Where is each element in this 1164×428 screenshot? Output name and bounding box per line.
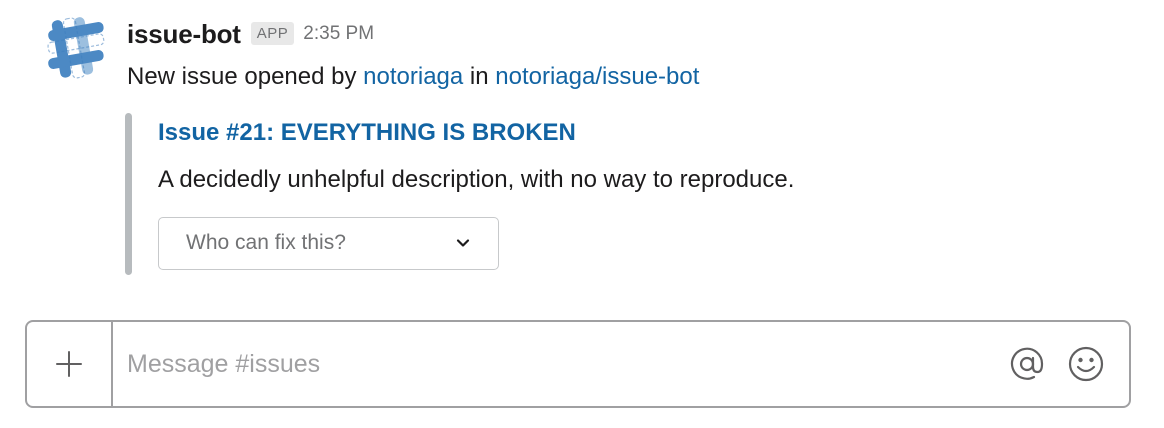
message-attachment: Issue #21: EVERYTHING IS BROKEN A decide… xyxy=(125,113,1025,275)
assignee-select[interactable]: Who can fix this? xyxy=(158,217,499,270)
assignee-select-placeholder: Who can fix this? xyxy=(186,231,346,254)
emoji-button[interactable] xyxy=(1066,344,1106,384)
message-text-middle: in xyxy=(469,63,489,90)
smiley-icon xyxy=(1068,346,1104,382)
slack-hash-logo-icon[interactable] xyxy=(46,14,106,84)
mention-button[interactable] xyxy=(1007,344,1047,384)
chevron-down-icon xyxy=(456,236,470,250)
attachment-color-bar xyxy=(125,113,132,275)
message-timestamp[interactable]: 2:35 PM xyxy=(303,23,374,45)
issue-description: A decidedly unhelpful description, with … xyxy=(158,166,795,193)
message-input[interactable] xyxy=(113,322,983,406)
add-attachment-button[interactable] xyxy=(27,322,113,406)
message: issue-bot APP 2:35 PM New issue opened b… xyxy=(0,0,1164,300)
app-badge: APP xyxy=(250,21,295,45)
message-text: New issue opened by notoriaga in notoria… xyxy=(127,58,699,96)
repo-link[interactable]: notoriaga/issue-bot xyxy=(495,63,699,91)
at-sign-icon xyxy=(1010,347,1044,380)
message-header: issue-bot APP 2:35 PM xyxy=(127,14,374,54)
sender-name[interactable]: issue-bot xyxy=(127,19,241,50)
author-link[interactable]: notoriaga xyxy=(363,63,463,91)
message-composer xyxy=(25,320,1131,408)
issue-title-link[interactable]: Issue #21: EVERYTHING IS BROKEN xyxy=(158,119,576,147)
plus-icon xyxy=(56,351,82,377)
message-text-prefix: New issue opened by xyxy=(127,63,357,90)
